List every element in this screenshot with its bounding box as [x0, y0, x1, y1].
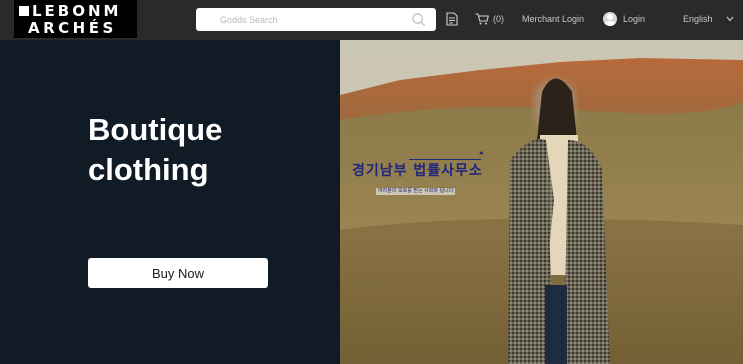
top-navigation-bar: LEBONM ARCHÉS (0) Merchant Login Login E… — [0, 0, 743, 40]
login-link[interactable]: Login — [623, 14, 645, 25]
cart-count[interactable]: (0) — [493, 14, 504, 25]
overlay-watermark-title: 경기남부 법률사무소 — [352, 163, 483, 179]
language-selector[interactable]: English — [683, 14, 713, 25]
logo-text-line1: LEBONM — [32, 2, 122, 20]
hero-text-panel — [0, 40, 340, 364]
search-icon[interactable] — [411, 12, 426, 27]
document-icon[interactable] — [446, 12, 458, 26]
overlay-watermark-subtitle: 여러분의 보호를 받는 사회와 됩니다 — [376, 188, 456, 195]
hero-title: Boutique clothing — [88, 112, 223, 187]
cart-icon[interactable] — [475, 13, 489, 25]
overlay-star-icon: ✦ — [478, 149, 485, 158]
search-box — [196, 8, 436, 31]
merchant-login-link[interactable]: Merchant Login — [522, 14, 584, 25]
search-input[interactable] — [196, 8, 426, 31]
chevron-down-icon[interactable] — [726, 16, 734, 22]
logo-square-icon — [19, 6, 29, 16]
hero-image — [340, 40, 743, 364]
overlay-divider — [409, 159, 481, 160]
buy-now-button[interactable]: Buy Now — [88, 258, 268, 288]
user-avatar-icon[interactable] — [603, 12, 617, 26]
brand-logo[interactable]: LEBONM ARCHÉS — [14, 0, 137, 38]
logo-text-line2: ARCHÉS — [28, 19, 117, 37]
